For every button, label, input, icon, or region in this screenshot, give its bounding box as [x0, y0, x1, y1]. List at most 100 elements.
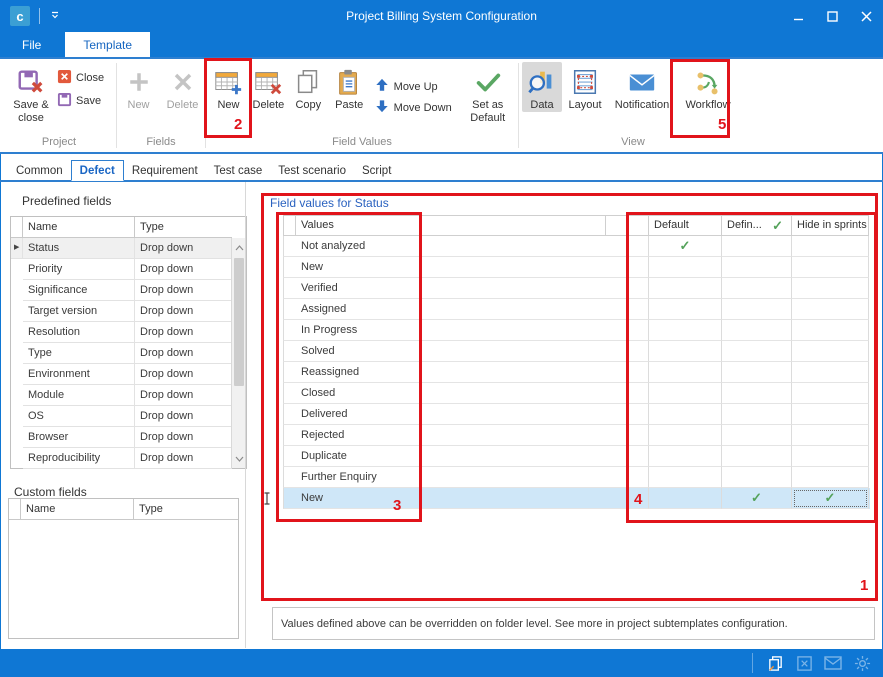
field-type-cell[interactable]: Drop down — [135, 364, 232, 385]
default-check-cell[interactable] — [649, 446, 722, 467]
hide-in-sprints-check-cell[interactable] — [792, 257, 869, 278]
predefined-field-row[interactable]: Status Drop down — [11, 238, 246, 259]
delete-field-value-button[interactable]: Delete — [248, 62, 289, 112]
field-value-row[interactable]: New ✓ ✓ — [283, 488, 870, 509]
workflow-view-button[interactable]: Workflow — [680, 62, 736, 112]
predefined-field-row[interactable]: Priority Drop down — [11, 259, 246, 280]
field-name-cell[interactable]: Status — [23, 238, 135, 259]
set-as-default-button[interactable]: Set as Default — [460, 62, 515, 125]
default-check-cell[interactable] — [649, 404, 722, 425]
field-value-row[interactable]: Not analyzed ✓ — [283, 236, 870, 257]
mail-icon[interactable] — [822, 652, 844, 674]
predefined-field-row[interactable]: Browser Drop down — [11, 427, 246, 448]
hide-in-sprints-check-cell[interactable] — [792, 278, 869, 299]
field-name-cell[interactable]: Resolution — [23, 322, 135, 343]
hide-in-sprints-check-cell[interactable] — [792, 341, 869, 362]
field-value-row[interactable]: New — [283, 257, 870, 278]
default-check-cell[interactable] — [649, 278, 722, 299]
field-name-cell[interactable]: Module — [23, 385, 135, 406]
column-header-hide-in-sprints[interactable]: Hide in sprints — [792, 215, 869, 236]
field-value-row[interactable]: Closed — [283, 383, 870, 404]
hide-in-sprints-check-cell[interactable] — [792, 299, 869, 320]
field-value-row[interactable]: Further Enquiry — [283, 467, 870, 488]
field-value-row[interactable]: Reassigned — [283, 362, 870, 383]
save-button[interactable]: Save — [57, 89, 104, 112]
maximize-button[interactable] — [815, 0, 849, 32]
field-value-row[interactable]: Assigned — [283, 299, 870, 320]
field-type-cell[interactable]: Drop down — [135, 448, 232, 469]
defined-check-cell[interactable] — [722, 236, 792, 257]
defined-check-cell[interactable]: ✓ — [722, 488, 792, 509]
defined-check-cell[interactable] — [722, 341, 792, 362]
predefined-field-row[interactable]: Reproducibility Drop down — [11, 448, 246, 469]
value-label-cell[interactable]: Further Enquiry — [296, 467, 649, 488]
quick-access-chevron-icon[interactable] — [49, 9, 61, 24]
column-header-type[interactable]: Type — [134, 499, 238, 520]
hide-in-sprints-check-cell[interactable] — [792, 425, 869, 446]
value-label-cell[interactable]: Delivered — [296, 404, 649, 425]
field-value-row[interactable]: In Progress — [283, 320, 870, 341]
hide-in-sprints-check-cell[interactable] — [792, 362, 869, 383]
hide-in-sprints-check-cell[interactable] — [792, 236, 869, 257]
column-header-name[interactable]: Name — [21, 499, 134, 520]
hide-in-sprints-check-cell[interactable] — [792, 446, 869, 467]
field-type-cell[interactable]: Drop down — [135, 238, 232, 259]
close-button[interactable] — [849, 0, 883, 32]
document-tab[interactable]: Requirement — [124, 161, 206, 180]
copy-button[interactable]: Copy — [289, 62, 328, 112]
predefined-field-row[interactable]: Type Drop down — [11, 343, 246, 364]
field-name-cell[interactable]: Reproducibility — [23, 448, 135, 469]
hide-in-sprints-check-cell[interactable] — [792, 320, 869, 341]
predefined-table-scrollbar[interactable] — [231, 238, 246, 468]
predefined-field-row[interactable]: Target version Drop down — [11, 301, 246, 322]
scroll-up-icon[interactable] — [232, 240, 246, 255]
layout-view-button[interactable]: Layout — [562, 62, 608, 112]
value-label-cell[interactable]: New — [296, 257, 649, 278]
defined-check-cell[interactable] — [722, 299, 792, 320]
defined-check-cell[interactable] — [722, 425, 792, 446]
value-label-cell[interactable]: Assigned — [296, 299, 649, 320]
default-check-cell[interactable]: ✓ — [649, 236, 722, 257]
gear-icon[interactable] — [851, 652, 873, 674]
default-check-cell[interactable] — [649, 425, 722, 446]
default-check-cell[interactable] — [649, 467, 722, 488]
predefined-field-row[interactable]: Environment Drop down — [11, 364, 246, 385]
field-type-cell[interactable]: Drop down — [135, 343, 232, 364]
predefined-field-row[interactable]: Significance Drop down — [11, 280, 246, 301]
default-check-cell[interactable] — [649, 320, 722, 341]
new-field-button[interactable]: New — [120, 62, 157, 112]
value-label-cell[interactable]: Verified — [296, 278, 649, 299]
hide-in-sprints-check-cell[interactable]: ✓ — [792, 488, 869, 509]
field-name-cell[interactable]: Priority — [23, 259, 135, 280]
close-project-button[interactable]: Close — [57, 66, 104, 89]
defined-check-cell[interactable] — [722, 320, 792, 341]
predefined-field-row[interactable]: OS Drop down — [11, 406, 246, 427]
field-name-cell[interactable]: Type — [23, 343, 135, 364]
value-label-cell[interactable]: Rejected — [296, 425, 649, 446]
defined-check-cell[interactable] — [722, 467, 792, 488]
column-header-values[interactable]: Values — [296, 215, 606, 236]
field-type-cell[interactable]: Drop down — [135, 385, 232, 406]
document-tab[interactable]: Defect — [71, 160, 124, 181]
column-header-defined[interactable]: Defin... ✓ — [722, 215, 792, 236]
delete-field-button[interactable]: Delete — [163, 62, 202, 112]
paste-button[interactable]: Paste — [328, 62, 371, 112]
field-type-cell[interactable]: Drop down — [135, 406, 232, 427]
field-type-cell[interactable]: Drop down — [135, 259, 232, 280]
field-name-cell[interactable]: Target version — [23, 301, 135, 322]
value-label-cell[interactable]: New — [296, 488, 649, 509]
field-value-row[interactable]: Duplicate — [283, 446, 870, 467]
value-label-cell[interactable]: Closed — [296, 383, 649, 404]
defined-check-cell[interactable] — [722, 383, 792, 404]
new-field-value-button[interactable]: New — [209, 62, 248, 112]
move-down-button[interactable]: Move Down — [375, 97, 457, 118]
predefined-field-row[interactable]: Module Drop down — [11, 385, 246, 406]
defined-check-cell[interactable] — [722, 362, 792, 383]
data-view-button[interactable]: Data — [522, 62, 562, 112]
default-check-cell[interactable] — [649, 383, 722, 404]
value-label-cell[interactable]: Solved — [296, 341, 649, 362]
copy-files-icon[interactable] — [764, 652, 786, 674]
default-check-cell[interactable] — [649, 362, 722, 383]
app-icon[interactable]: c — [10, 6, 30, 26]
field-type-cell[interactable]: Drop down — [135, 280, 232, 301]
